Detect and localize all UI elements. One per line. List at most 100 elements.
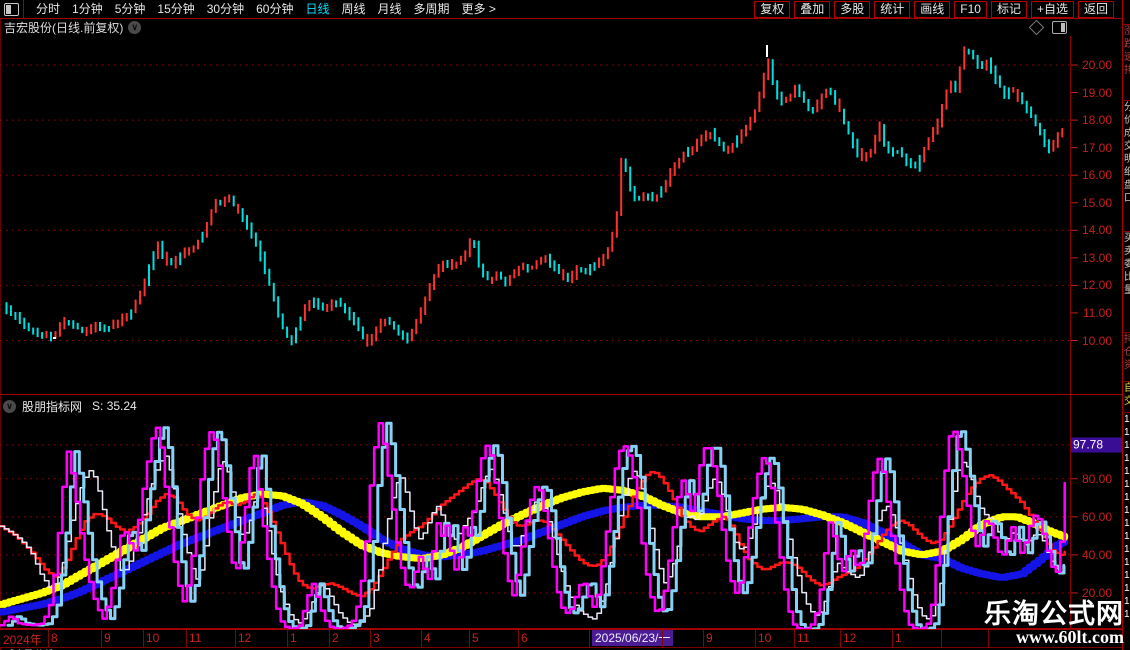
period-tab-日线[interactable]: 日线 <box>305 1 329 18</box>
axis-separator <box>48 630 49 647</box>
clipped-panel-section: 买卖委比量 <box>1124 231 1130 332</box>
axis-separator <box>287 630 288 647</box>
month-label: 2 <box>332 631 339 645</box>
price-label: 15.00 <box>1081 195 1112 210</box>
price-label: 17.00 <box>1081 140 1112 155</box>
action-button-多股[interactable]: 多股 <box>834 0 871 18</box>
watermark-site-name: 乐淘公式网 <box>984 599 1124 629</box>
top-toolbar: 分时 1分钟 5分钟 15分钟 30分钟 60分钟 日线 周线 月线 多周期 更多 > 复权 叠加 多股… <box>0 0 1122 19</box>
clipped-panel-section: 自交 <box>1124 381 1130 412</box>
axis-separator <box>235 630 236 647</box>
period-tab-多周期[interactable]: 多周期 <box>414 1 450 18</box>
period-tab-5分钟[interactable]: 5分钟 <box>115 1 146 18</box>
axis-separator <box>662 630 663 647</box>
watermark-url: www.60lt.com <box>1016 627 1124 647</box>
axis-separator <box>840 630 841 647</box>
axis-separator <box>469 630 470 647</box>
period-tab-更多 >[interactable]: 更多 > <box>462 1 496 18</box>
indicator-name: 股朋指标网 <box>22 399 83 414</box>
title-bar: 吉宏股份(日线.前复权) ∨ <box>0 18 1122 36</box>
clipped-panel-section: 涨跌速排 <box>1124 24 1130 100</box>
indicator-max-badge: 97.78 <box>1071 437 1124 453</box>
action-button-画线[interactable]: 画线 <box>914 0 951 18</box>
year-label: 2024年 <box>3 633 42 647</box>
trading-app-window: { "toolbar": { "periods": [ {"label":"分时… <box>0 0 1130 650</box>
clipped-right-panel[interactable]: 涨跌速排分价成交明细盘口买卖委比量持仓资自交1111111111111111 <box>1122 0 1130 650</box>
month-label: 11 <box>189 631 202 645</box>
month-label: 4 <box>424 631 431 645</box>
axis-separator <box>329 630 330 647</box>
month-label: 10 <box>146 631 160 645</box>
period-tab-30分钟[interactable]: 30分钟 <box>207 1 244 18</box>
axis-separator <box>892 630 893 647</box>
month-label: 11 <box>797 631 810 645</box>
action-button-统计[interactable]: 统计 <box>874 0 911 18</box>
period-tab-60分钟[interactable]: 60分钟 <box>256 1 293 18</box>
indicator-header: ∨ 股朋指标网 S: 35.24 <box>0 396 1069 416</box>
action-button-标记[interactable]: 标记 <box>990 0 1027 18</box>
chevron-down-icon[interactable]: ∨ <box>3 399 16 413</box>
period-tabs: 分时 1分钟 5分钟 15分钟 30分钟 60分钟 日线 周线 月线 多周期 更多 > <box>30 1 502 18</box>
split-pane-icon[interactable] <box>1052 20 1067 34</box>
axis-separator <box>703 630 704 647</box>
axis-separator <box>186 630 187 647</box>
month-label: 9 <box>706 631 713 645</box>
axis-separator <box>589 630 590 647</box>
period-tab-15分钟[interactable]: 15分钟 <box>157 1 194 18</box>
toolbar-actions: 复权 叠加 多股 统计 画线 F10 标记 +自选 返回 <box>754 0 1122 18</box>
price-axis: 20.00 19.00 18.00 17.00 16.00 15.00 14.00 13.00… <box>1070 0 1122 394</box>
clipped-panel-section: 1111111111111111 <box>1124 412 1130 631</box>
action-button-+自选[interactable]: +自选 <box>1030 0 1074 18</box>
indicator-label: 20.00 <box>1081 585 1112 600</box>
month-label: 3 <box>373 631 380 645</box>
period-tab-1分钟[interactable]: 1分钟 <box>72 1 103 18</box>
month-label: 1 <box>290 631 297 645</box>
period-tab-分时[interactable]: 分时 <box>36 1 60 18</box>
window-layout-icon[interactable] <box>4 2 19 16</box>
clipped-panel-section: 分价成交明细盘口 <box>1124 100 1130 231</box>
indicator-label: 40.00 <box>1081 547 1112 562</box>
action-button-F10[interactable]: F10 <box>954 0 987 18</box>
period-tab-月线[interactable]: 月线 <box>378 1 402 18</box>
month-label: 10 <box>758 631 772 645</box>
price-label: 18.00 <box>1081 113 1112 128</box>
axis-separator <box>518 630 519 647</box>
price-label: 19.00 <box>1081 85 1112 100</box>
period-tab-周线[interactable]: 周线 <box>341 1 365 18</box>
toolbar-divider <box>23 0 24 18</box>
axis-separator <box>755 630 756 647</box>
indicator-label: 80.00 <box>1081 471 1112 486</box>
price-label: 13.00 <box>1081 250 1112 265</box>
action-button-叠加[interactable]: 叠加 <box>794 0 831 18</box>
price-label: 11.00 <box>1082 305 1112 320</box>
price-label: 16.00 <box>1081 168 1112 183</box>
month-label: 1 <box>895 631 902 645</box>
diamond-icon[interactable] <box>1028 19 1045 35</box>
indicator-value: S: 35.24 <box>92 399 137 413</box>
axis-separator <box>794 630 795 647</box>
month-label: 5 <box>472 631 479 645</box>
axis-separator <box>101 630 102 647</box>
indicator-axis: 80.00 60.00 40.00 20.00 <box>1070 394 1122 629</box>
month-label: 9 <box>104 631 111 645</box>
axis-separator <box>941 630 942 647</box>
axis-separator <box>143 630 144 647</box>
chart-canvas[interactable] <box>0 0 1130 650</box>
price-label: 14.00 <box>1081 223 1112 238</box>
clipped-panel-section: 持仓资 <box>1124 332 1130 381</box>
price-label: 12.00 <box>1081 278 1112 293</box>
chevron-down-icon[interactable]: ∨ <box>128 20 142 34</box>
watermark: 乐淘公式网 www.60lt.com <box>984 600 1124 647</box>
indicator-label: 60.00 <box>1081 509 1112 524</box>
price-label: 20.00 <box>1081 58 1112 72</box>
month-label: 12 <box>843 631 857 645</box>
axis-separator <box>421 630 422 647</box>
month-label: 8 <box>51 631 58 645</box>
time-axis: 2024年 2025/06/23/一 8 9 10 11 12 1 2 3 4 5 6 9 10 11 12… <box>0 629 1122 648</box>
symbol-title: 吉宏股份(日线.前复权) <box>4 20 124 35</box>
axis-separator <box>370 630 371 647</box>
action-button-复权[interactable]: 复权 <box>754 0 791 18</box>
price-label: 10.00 <box>1081 333 1112 348</box>
month-label: 6 <box>521 631 528 645</box>
month-label: 12 <box>238 631 252 645</box>
